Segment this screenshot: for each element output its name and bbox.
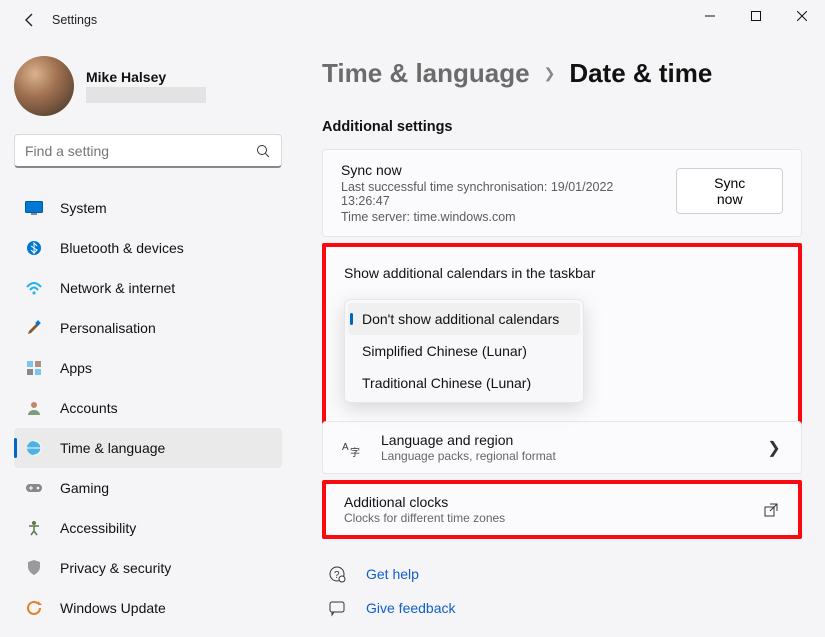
additional-settings-heading: Additional settings (322, 119, 802, 135)
close-button[interactable] (779, 0, 825, 32)
sidebar-item-label: Accessibility (60, 520, 136, 536)
sidebar-item-label: Time & language (60, 440, 165, 456)
sidebar-item-label: Network & internet (60, 280, 175, 296)
sidebar-item-privacy[interactable]: Privacy & security (14, 548, 282, 588)
back-button[interactable] (16, 6, 44, 34)
additional-calendars-label: Show additional calendars in the taskbar (344, 265, 780, 281)
help-icon: ? (326, 563, 348, 585)
additional-clocks-title: Additional clocks (344, 494, 744, 510)
window-title: Settings (52, 13, 97, 27)
shield-icon (24, 558, 44, 578)
language-region-title: Language and region (381, 432, 747, 448)
sidebar-item-label: Personalisation (60, 320, 156, 336)
sync-card: Sync now Last successful time synchronis… (322, 149, 802, 237)
search-input[interactable] (25, 143, 255, 159)
bottom-links: ? Get help Give feedback (322, 557, 802, 625)
window-controls (687, 0, 825, 32)
language-region-sub: Language packs, regional format (381, 449, 747, 463)
sidebar: Mike Halsey System Bluetooth & devices N… (14, 56, 282, 628)
sidebar-item-accessibility[interactable]: Accessibility (14, 508, 282, 548)
wifi-icon (24, 278, 44, 298)
dropdown-option-simplified[interactable]: Simplified Chinese (Lunar) (348, 335, 580, 367)
sidebar-item-label: Windows Update (60, 600, 166, 616)
sync-last: Last successful time synchronisation: 19… (341, 180, 664, 208)
search-icon (255, 143, 271, 159)
dropdown-option-traditional[interactable]: Traditional Chinese (Lunar) (348, 367, 580, 399)
highlight-box-clocks: Additional clocks Clocks for different t… (322, 480, 802, 539)
sidebar-item-system[interactable]: System (14, 188, 282, 228)
additional-clocks-row[interactable]: Additional clocks Clocks for different t… (326, 484, 798, 535)
feedback-icon (326, 597, 348, 619)
additional-clocks-sub: Clocks for different time zones (344, 511, 744, 525)
sidebar-item-time-language[interactable]: Time & language (14, 428, 282, 468)
sidebar-item-label: Privacy & security (60, 560, 171, 576)
nav-list: System Bluetooth & devices Network & int… (14, 188, 282, 628)
sidebar-item-label: Gaming (60, 480, 109, 496)
system-icon (24, 198, 44, 218)
sidebar-item-label: Apps (60, 360, 92, 376)
search-box[interactable] (14, 134, 282, 168)
sidebar-item-label: Bluetooth & devices (60, 240, 184, 256)
sidebar-item-label: Accounts (60, 400, 118, 416)
bluetooth-icon (24, 238, 44, 258)
sync-now-button[interactable]: Sync now (676, 168, 783, 214)
avatar (14, 56, 74, 116)
sidebar-item-windows-update[interactable]: Windows Update (14, 588, 282, 628)
give-feedback-link[interactable]: Give feedback (366, 600, 456, 616)
svg-text:A: A (342, 442, 349, 453)
sync-server: Time server: time.windows.com (341, 210, 664, 224)
svg-text:字: 字 (350, 446, 360, 458)
sidebar-item-apps[interactable]: Apps (14, 348, 282, 388)
user-email-placeholder (86, 87, 206, 103)
sidebar-item-label: System (60, 200, 107, 216)
apps-icon (24, 358, 44, 378)
user-block[interactable]: Mike Halsey (14, 56, 282, 116)
globe-clock-icon (24, 438, 44, 458)
gaming-icon (24, 478, 44, 498)
get-help-row[interactable]: ? Get help (322, 557, 802, 591)
accessibility-icon (24, 518, 44, 538)
calendars-dropdown[interactable]: Don't show additional calendars Simplifi… (344, 299, 584, 403)
maximize-button[interactable] (733, 0, 779, 32)
give-feedback-row[interactable]: Give feedback (322, 591, 802, 625)
main-content: Time & language ❯ Date & time Additional… (322, 58, 802, 625)
person-icon (24, 398, 44, 418)
sidebar-item-personalisation[interactable]: Personalisation (14, 308, 282, 348)
chevron-right-icon: ❯ (544, 65, 556, 82)
open-external-icon (762, 501, 780, 519)
language-icon: A字 (341, 437, 363, 459)
update-icon (24, 598, 44, 618)
dropdown-option-none[interactable]: Don't show additional calendars (348, 303, 580, 335)
sidebar-item-gaming[interactable]: Gaming (14, 468, 282, 508)
user-name: Mike Halsey (86, 69, 206, 85)
sync-title: Sync now (341, 162, 664, 178)
minimize-button[interactable] (687, 0, 733, 32)
breadcrumb: Time & language ❯ Date & time (322, 58, 802, 89)
chevron-right-icon: ❯ (765, 439, 783, 457)
sidebar-item-network[interactable]: Network & internet (14, 268, 282, 308)
page-title: Date & time (569, 58, 712, 89)
brush-icon (24, 318, 44, 338)
sidebar-item-accounts[interactable]: Accounts (14, 388, 282, 428)
breadcrumb-parent[interactable]: Time & language (322, 58, 530, 89)
language-region-row[interactable]: A字 Language and region Language packs, r… (322, 421, 802, 474)
highlight-box-calendars: Show additional calendars in the taskbar… (322, 243, 802, 425)
sidebar-item-bluetooth[interactable]: Bluetooth & devices (14, 228, 282, 268)
get-help-link[interactable]: Get help (366, 566, 419, 582)
